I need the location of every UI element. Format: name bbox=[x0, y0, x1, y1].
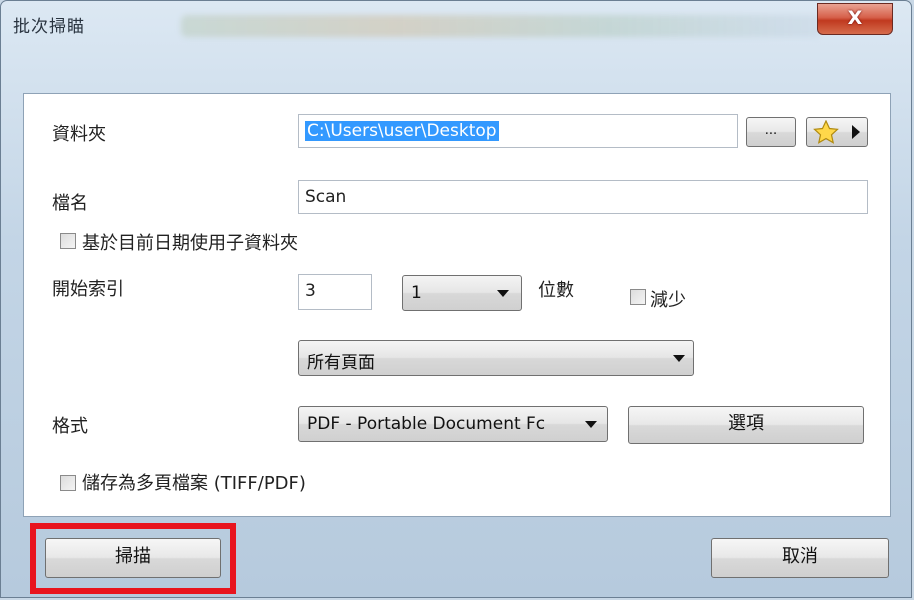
format-dropdown[interactable]: PDF - Portable Document Fc bbox=[298, 406, 608, 442]
filename-value: Scan bbox=[305, 187, 347, 207]
pages-dropdown[interactable]: 所有頁面 bbox=[298, 340, 694, 376]
format-label: 格式 bbox=[52, 416, 88, 437]
window-title: 批次掃瞄 bbox=[13, 17, 85, 37]
filename-input[interactable]: Scan bbox=[298, 180, 868, 214]
title-bar-background bbox=[181, 15, 821, 37]
filename-label: 檔名 bbox=[52, 193, 88, 214]
settings-panel: 資料夾 C:\Users\user\Desktop ... 檔名 Scan 基於… bbox=[23, 93, 891, 517]
close-icon: X bbox=[847, 7, 863, 29]
start-index-input[interactable]: 3 bbox=[298, 274, 372, 310]
format-value: PDF - Portable Document Fc bbox=[307, 414, 546, 434]
close-button[interactable]: X bbox=[817, 3, 893, 35]
batch-scan-dialog: 批次掃瞄 X 資料夾 C:\Users\user\Desktop ... 檔名 … bbox=[0, 0, 912, 598]
subfolder-label[interactable]: 基於目前日期使用子資料夾 bbox=[82, 229, 298, 255]
favorites-button[interactable] bbox=[806, 117, 868, 147]
chevron-down-icon bbox=[673, 355, 685, 362]
subfolder-checkbox[interactable] bbox=[60, 233, 76, 249]
folder-label: 資料夾 bbox=[52, 124, 106, 145]
decrease-label[interactable]: 減少 bbox=[650, 286, 686, 312]
star-icon bbox=[813, 120, 839, 144]
digits-value: 1 bbox=[411, 283, 422, 303]
multipage-label[interactable]: 儲存為多頁檔案 (TIFF/PDF) bbox=[82, 469, 306, 495]
start-index-label: 開始索引 bbox=[52, 279, 124, 300]
browse-button[interactable]: ... bbox=[746, 117, 796, 147]
scan-button-highlight bbox=[30, 523, 236, 594]
digits-dropdown[interactable]: 1 bbox=[402, 275, 522, 311]
cancel-label: 取消 bbox=[782, 546, 818, 567]
folder-input[interactable]: C:\Users\user\Desktop bbox=[298, 114, 738, 148]
arrow-right-icon bbox=[852, 125, 860, 139]
options-button[interactable]: 選項 bbox=[628, 406, 864, 444]
pages-value: 所有頁面 bbox=[307, 353, 375, 373]
chevron-down-icon bbox=[497, 290, 509, 297]
chevron-down-icon bbox=[585, 421, 597, 428]
browse-label: ... bbox=[764, 123, 778, 138]
title-bar[interactable]: 批次掃瞄 X bbox=[1, 1, 911, 47]
cancel-button[interactable]: 取消 bbox=[711, 538, 889, 578]
digits-label: 位數 bbox=[538, 280, 574, 301]
start-index-value: 3 bbox=[305, 281, 316, 301]
options-label: 選項 bbox=[728, 413, 764, 434]
decrease-checkbox[interactable] bbox=[630, 289, 646, 305]
folder-value: C:\Users\user\Desktop bbox=[305, 121, 499, 141]
multipage-checkbox[interactable] bbox=[60, 475, 76, 491]
